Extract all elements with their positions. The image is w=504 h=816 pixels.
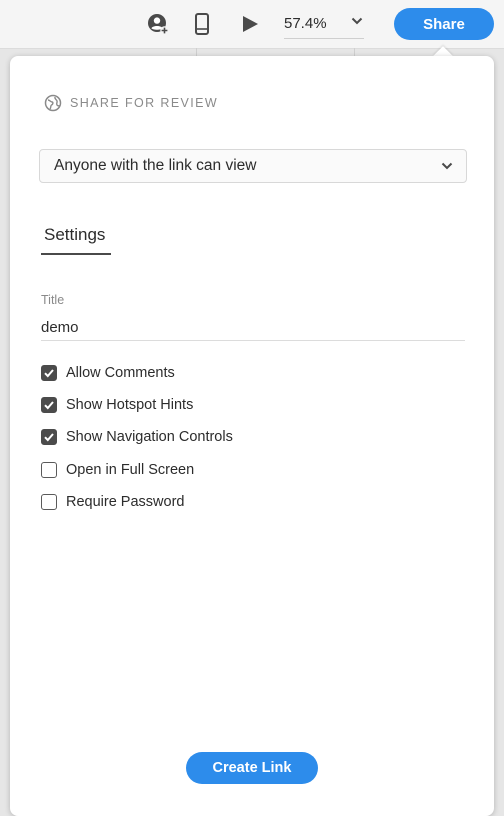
option-label: Show Hotspot Hints: [66, 397, 194, 413]
checkbox-checked[interactable]: [41, 429, 57, 445]
title-input[interactable]: [41, 314, 465, 341]
checkbox-unchecked[interactable]: [41, 462, 57, 478]
title-label: Title: [41, 293, 65, 307]
option-allow-comments[interactable]: Allow Comments: [41, 362, 175, 384]
share-button[interactable]: Share: [394, 8, 494, 40]
checkmark-icon: [44, 401, 54, 410]
section-header: SHARE FOR REVIEW: [44, 94, 218, 112]
zoom-value: 57.4%: [284, 15, 327, 32]
checkbox-checked[interactable]: [41, 397, 57, 413]
option-label: Show Navigation Controls: [66, 429, 233, 445]
option-label: Open in Full Screen: [66, 462, 195, 478]
top-toolbar: 57.4% Share: [0, 0, 504, 49]
option-label: Require Password: [66, 494, 185, 510]
user-plus-icon[interactable]: [146, 12, 170, 36]
checkbox-checked[interactable]: [41, 365, 57, 381]
option-open-in-full-screen[interactable]: Open in Full Screen: [41, 459, 194, 481]
option-show-hotspot-hints[interactable]: Show Hotspot Hints: [41, 394, 193, 416]
link-access-select[interactable]: Anyone with the link can view: [39, 149, 467, 183]
option-require-password[interactable]: Require Password: [41, 491, 184, 513]
checkbox-unchecked[interactable]: [41, 494, 57, 510]
play-icon[interactable]: [238, 12, 262, 36]
tab-settings[interactable]: Settings: [41, 225, 111, 255]
checkmark-icon: [44, 369, 54, 378]
share-popover: SHARE FOR REVIEW Anyone with the link ca…: [10, 56, 494, 816]
zoom-dropdown[interactable]: 57.4%: [284, 10, 364, 39]
checkmark-icon: [44, 433, 54, 442]
mobile-device-icon[interactable]: [190, 12, 214, 36]
globe-icon: [44, 94, 62, 112]
chevron-down-icon: [350, 14, 364, 33]
section-title: SHARE FOR REVIEW: [70, 96, 219, 110]
link-access-value: Anyone with the link can view: [54, 157, 257, 174]
chevron-down-icon: [440, 159, 454, 178]
option-label: Allow Comments: [66, 365, 175, 381]
create-link-button[interactable]: Create Link: [186, 752, 318, 784]
option-show-navigation-controls[interactable]: Show Navigation Controls: [41, 426, 233, 448]
tab-settings-label: Settings: [44, 225, 106, 244]
active-tab-indicator: [41, 253, 111, 255]
